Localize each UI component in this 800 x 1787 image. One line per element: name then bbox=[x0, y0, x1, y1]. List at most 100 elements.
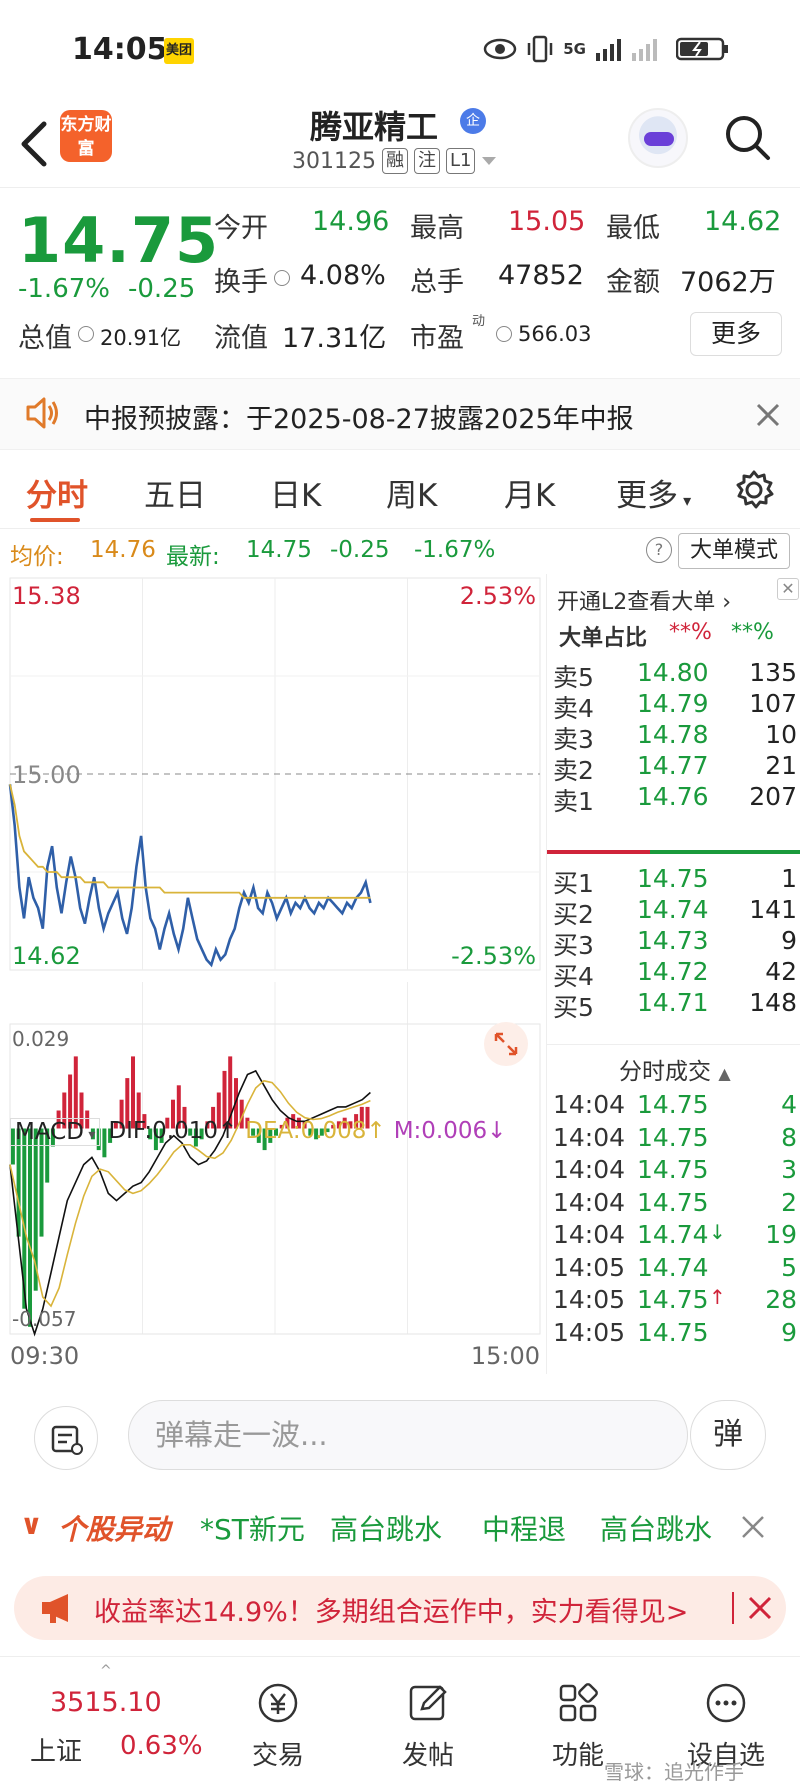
robot-assistant-avatar[interactable] bbox=[628, 108, 688, 168]
market-cap-info-icon[interactable] bbox=[78, 326, 94, 342]
pe-info-icon[interactable] bbox=[496, 326, 512, 342]
price-series-line bbox=[8, 784, 372, 968]
alert-item[interactable]: 高台跳水 bbox=[600, 1508, 712, 1548]
index-name: 上证 bbox=[30, 1737, 83, 1767]
tick-row: 14:05 14.75 ↑ 28 bbox=[553, 1285, 797, 1319]
tick-price: 14.75 bbox=[637, 1122, 709, 1152]
intraday-chart[interactable]: 15.38 2.53% 15.00 14.62 -2.53% 0.029 -0.057 09:… bbox=[6, 574, 546, 1374]
back-arrow-icon[interactable] bbox=[14, 114, 54, 182]
stock-alerts-row[interactable]: ∨ 个股异动 *ST新元 高台跳水 中程退 高台跳水 bbox=[0, 1500, 800, 1550]
volume-value: 47852 bbox=[498, 260, 584, 291]
bid-row[interactable]: 买1 14.75 1 bbox=[553, 864, 797, 898]
dropdown-triangle-icon[interactable] bbox=[481, 155, 497, 167]
tab-weekly-k[interactable]: 周K bbox=[386, 470, 437, 515]
network-type: 5G bbox=[563, 40, 586, 58]
top-header: 东方财富 腾亚精工 企 301125 融 注 L1 bbox=[0, 100, 800, 188]
bid-row[interactable]: 买3 14.73 9 bbox=[553, 926, 797, 960]
index-change: 0.63% bbox=[120, 1731, 203, 1761]
bid-row[interactable]: 买2 14.74 141 bbox=[553, 895, 797, 929]
tab-intraday[interactable]: 分时 bbox=[26, 470, 88, 515]
l2-link[interactable]: 开通L2查看大单 › bbox=[557, 584, 731, 616]
tick-volume: 3 bbox=[781, 1155, 797, 1184]
latest-percent: -1.67% bbox=[414, 537, 496, 563]
registration-tag: 注 bbox=[413, 148, 440, 174]
pe-superscript: 动 bbox=[472, 314, 486, 329]
tick-volume: 2 bbox=[781, 1187, 797, 1217]
danmaku-settings-icon bbox=[51, 1425, 83, 1455]
x-axis-end-label: 15:00 bbox=[471, 1342, 540, 1370]
app-logo[interactable]: 东方财富 bbox=[60, 110, 112, 162]
y-axis-high-pct-label: 2.53% bbox=[460, 582, 536, 610]
x-axis-start-label: 09:30 bbox=[10, 1342, 79, 1370]
danmaku-settings-button[interactable] bbox=[34, 1406, 98, 1470]
status-bar: 14:05 美团 5G bbox=[0, 0, 800, 100]
bid-row[interactable]: 买5 14.71 148 bbox=[553, 988, 797, 1022]
nav-post[interactable]: 发帖 bbox=[368, 1657, 488, 1787]
ask-row[interactable]: 卖3 14.78 10 bbox=[553, 720, 797, 754]
macd-selector[interactable]: MACD ▾ bbox=[10, 1118, 101, 1146]
bid-price: 14.72 bbox=[637, 957, 709, 986]
nav-post-label: 发帖 bbox=[401, 1741, 454, 1771]
tick-row: 14:04 14.75 4 bbox=[553, 1090, 797, 1124]
help-icon[interactable]: ? bbox=[646, 537, 672, 563]
stock-code: 301125 bbox=[292, 148, 376, 174]
tick-time: 14:04 bbox=[553, 1122, 626, 1152]
latest-change: -0.25 bbox=[330, 537, 390, 563]
bid-row[interactable]: 买4 14.72 42 bbox=[553, 957, 797, 991]
ask-price: 14.77 bbox=[637, 751, 709, 780]
bid-price: 14.71 bbox=[637, 988, 709, 1017]
more-quote-button[interactable]: 更多 bbox=[690, 312, 782, 356]
close-icon[interactable] bbox=[740, 1514, 766, 1540]
tick-row: 14:05 14.74 5 bbox=[553, 1253, 797, 1287]
alert-item[interactable]: *ST新元 bbox=[200, 1508, 305, 1548]
tab-monthly-k[interactable]: 月K bbox=[504, 470, 555, 515]
notice-bar[interactable]: 中报预披露：于2025-08-27披露2025年中报 bbox=[0, 378, 800, 450]
app-screen: 14:05 美团 5G 东方财富 腾亚精工 企 301125 融 注 L1 14… bbox=[0, 0, 800, 1787]
tab-more[interactable]: 更多 ▾ bbox=[616, 470, 691, 515]
notice-text[interactable]: 中报预披露：于2025-08-27披露2025年中报 bbox=[84, 397, 634, 436]
ask-row[interactable]: 卖5 14.80 135 bbox=[553, 658, 797, 692]
alert-item[interactable]: 中程退 bbox=[482, 1508, 566, 1548]
close-icon[interactable] bbox=[746, 1594, 774, 1622]
bid-volume: 141 bbox=[749, 895, 797, 924]
ask-row[interactable]: 卖1 14.76 207 bbox=[553, 782, 797, 816]
close-icon[interactable]: ✕ bbox=[777, 578, 799, 600]
search-icon[interactable] bbox=[722, 112, 772, 162]
stock-code-row[interactable]: 301125 融 注 L1 bbox=[292, 148, 497, 174]
bid-label: 买5 bbox=[553, 993, 594, 1022]
down-arrow-icon: ↓ bbox=[709, 1220, 726, 1244]
ask-volume: 21 bbox=[765, 751, 797, 780]
y-axis-low-pct-label: -2.53% bbox=[451, 942, 536, 970]
tick-volume: 5 bbox=[781, 1252, 797, 1282]
ask-row[interactable]: 卖2 14.77 21 bbox=[553, 751, 797, 785]
tick-price: 14.75 bbox=[637, 1285, 709, 1314]
macd-max-label: 0.029 bbox=[12, 1027, 69, 1051]
more-dots-icon bbox=[706, 1683, 746, 1723]
triangle-up-icon: ▲ bbox=[718, 1064, 731, 1083]
chart-tabs: 分时 五日 日K 周K 月K 更多 ▾ bbox=[0, 458, 800, 528]
m-label: M:0.006 bbox=[393, 1118, 488, 1144]
index-ticker[interactable]: ^ 3515.10 上证 0.63% bbox=[20, 1657, 210, 1787]
nav-trade[interactable]: 交易 bbox=[218, 1657, 338, 1787]
chevron-down-icon[interactable]: ∨ bbox=[20, 1508, 43, 1541]
ask-row[interactable]: 卖4 14.79 107 bbox=[553, 689, 797, 723]
big-order-mode-button[interactable]: 大单模式 bbox=[678, 533, 790, 569]
tick-price: 14.75 bbox=[637, 1187, 709, 1217]
tab-daily-k[interactable]: 日K bbox=[270, 470, 321, 515]
turnover-info-icon[interactable] bbox=[274, 270, 290, 286]
promo-banner[interactable]: 收益率达14.9%！多期组合运作中，实力看得见> bbox=[14, 1576, 786, 1640]
danmaku-input[interactable]: 弹幕走一波... bbox=[128, 1400, 688, 1470]
gear-icon[interactable] bbox=[732, 468, 776, 512]
enterprise-badge: 企 bbox=[460, 108, 486, 134]
close-icon[interactable] bbox=[752, 399, 784, 431]
current-price: 14.75 bbox=[18, 204, 220, 277]
danmaku-toggle-button[interactable]: 弹 bbox=[690, 1400, 766, 1470]
tab-five-day[interactable]: 五日 bbox=[144, 470, 206, 515]
macd-bar bbox=[28, 1128, 32, 1327]
ticks-header[interactable]: 分时成交 ▲ bbox=[619, 1052, 731, 1086]
alert-item[interactable]: 高台跳水 bbox=[330, 1508, 442, 1548]
change-amount: -0.25 bbox=[128, 274, 196, 304]
signal-icon bbox=[596, 39, 657, 61]
status-time: 14:05 bbox=[72, 32, 168, 67]
tick-row: 14:05 14.75 9 bbox=[553, 1318, 797, 1352]
